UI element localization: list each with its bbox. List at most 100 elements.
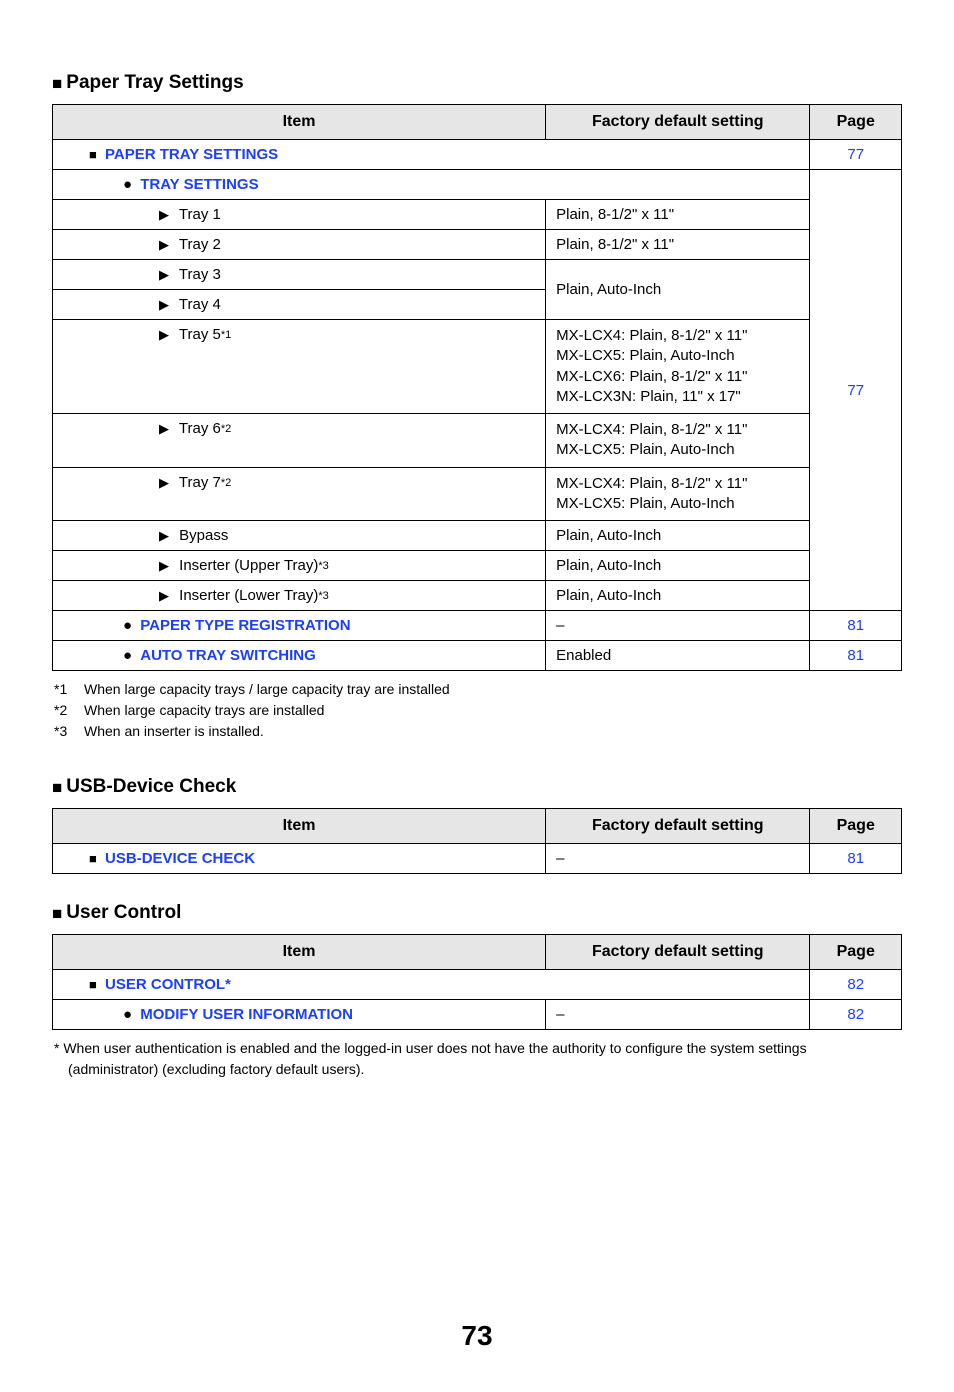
triangle-icon: ▶ — [159, 528, 169, 543]
label: Tray 4 — [179, 296, 221, 313]
footnote-text: When large capacity trays / large capaci… — [84, 679, 450, 700]
usb-table: Item Factory default setting Page ■ USB-… — [52, 808, 902, 874]
section-title-text: User Control — [66, 902, 181, 924]
section-title-usb: ■ USB-Device Check — [52, 776, 902, 798]
triangle-icon: ▶ — [159, 327, 169, 342]
square-icon: ■ — [89, 851, 97, 866]
factory-value: Plain, Auto-Inch — [546, 260, 810, 320]
factory-line: MX-LCX5: Plain, Auto-Inch — [556, 346, 799, 366]
factory-line: MX-LCX4: Plain, 8-1/2" x 11" — [556, 474, 799, 494]
factory-value: – — [546, 1000, 810, 1030]
triangle-icon: ▶ — [159, 421, 169, 436]
footnote-ref: *2 — [221, 477, 231, 489]
col-factory: Factory default setting — [546, 105, 810, 140]
label: Tray 3 — [179, 266, 221, 283]
label: Tray 2 — [179, 236, 221, 253]
row-auto-tray-switching: ● AUTO TRAY SWITCHING — [53, 641, 546, 671]
footnote-text: When large capacity trays are installed — [84, 700, 324, 721]
row-tray7: ▶ Tray 7*2 — [53, 467, 546, 521]
section-title-text: Paper Tray Settings — [66, 72, 243, 94]
footnote-ref: *1 — [221, 329, 231, 341]
link-auto-tray-switching[interactable]: AUTO TRAY SWITCHING — [140, 647, 316, 664]
footnote-key: *1 — [54, 679, 74, 700]
page-link[interactable]: 77 — [810, 170, 902, 611]
label: Inserter (Lower Tray) — [179, 587, 318, 604]
page-link[interactable]: 81 — [810, 641, 902, 671]
row-paper-type-reg: ● PAPER TYPE REGISTRATION — [53, 611, 546, 641]
label: Tray 1 — [179, 206, 221, 223]
triangle-icon: ▶ — [159, 475, 169, 490]
factory-value: – — [546, 611, 810, 641]
row-user-control: ■ USER CONTROL* — [53, 970, 810, 1000]
footnote-ref: *3 — [318, 560, 328, 572]
note-text-1: When user authentication is enabled and … — [63, 1040, 806, 1056]
dot-icon: ● — [123, 1006, 132, 1023]
label: Tray 7 — [179, 474, 221, 491]
page-link[interactable]: 82 — [810, 970, 902, 1000]
row-inserter-upper: ▶ Inserter (Upper Tray)*3 — [53, 551, 546, 581]
row-modify-user-info: ● MODIFY USER INFORMATION — [53, 1000, 546, 1030]
footnote-key: *3 — [54, 721, 74, 742]
factory-value: MX-LCX4: Plain, 8-1/2" x 11" MX-LCX5: Pl… — [546, 414, 810, 468]
page-number: 73 — [52, 1320, 902, 1352]
footnote-ref: * — [225, 976, 231, 993]
page-link[interactable]: 81 — [810, 611, 902, 641]
section-title-text: USB-Device Check — [66, 776, 236, 798]
square-icon: ■ — [89, 977, 97, 992]
paper-tray-footnotes: *1 When large capacity trays / large capa… — [52, 679, 902, 742]
factory-value: Enabled — [546, 641, 810, 671]
factory-value: – — [546, 844, 810, 874]
link-paper-type-registration[interactable]: PAPER TYPE REGISTRATION — [140, 617, 350, 634]
triangle-icon: ▶ — [159, 558, 169, 573]
page-link[interactable]: 81 — [810, 844, 902, 874]
square-icon: ■ — [52, 779, 62, 796]
factory-line: MX-LCX5: Plain, Auto-Inch — [556, 440, 799, 460]
footnote-ref: *2 — [221, 423, 231, 435]
user-control-table: Item Factory default setting Page ■ USER… — [52, 934, 902, 1030]
factory-line: MX-LCX4: Plain, 8-1/2" x 11" — [556, 420, 799, 440]
note-text-2: (administrator) (excluding factory defau… — [54, 1059, 902, 1080]
section-title-user-control: ■ User Control — [52, 902, 902, 924]
triangle-icon: ▶ — [159, 207, 169, 222]
label: Bypass — [179, 527, 228, 544]
label: Tray 6 — [179, 420, 221, 437]
row-tray2: ▶ Tray 2 — [53, 230, 546, 260]
row-usb-device-check: ■ USB-DEVICE CHECK — [53, 844, 546, 874]
factory-line: MX-LCX3N: Plain, 11" x 17" — [556, 387, 799, 407]
paper-tray-table: Item Factory default setting Page ■ PAPE… — [52, 104, 902, 671]
row-bypass: ▶ Bypass — [53, 521, 546, 551]
col-item: Item — [53, 935, 546, 970]
factory-value: Plain, Auto-Inch — [546, 581, 810, 611]
factory-value: Plain, 8-1/2" x 11" — [546, 230, 810, 260]
row-tray1: ▶ Tray 1 — [53, 200, 546, 230]
factory-value: MX-LCX4: Plain, 8-1/2" x 11" MX-LCX5: Pl… — [546, 320, 810, 414]
link-paper-tray-settings[interactable]: PAPER TRAY SETTINGS — [105, 146, 278, 163]
factory-value: Plain, 8-1/2" x 11" — [546, 200, 810, 230]
link-user-control[interactable]: USER CONTROL — [105, 976, 225, 993]
factory-value: Plain, Auto-Inch — [546, 521, 810, 551]
page-link[interactable]: 77 — [810, 140, 902, 170]
square-icon: ■ — [52, 905, 62, 922]
row-tray4: ▶ Tray 4 — [53, 290, 546, 320]
row-paper-tray-settings: ■ PAPER TRAY SETTINGS — [53, 140, 810, 170]
dot-icon: ● — [123, 647, 132, 664]
user-control-note: * When user authentication is enabled an… — [52, 1038, 902, 1080]
triangle-icon: ▶ — [159, 297, 169, 312]
factory-line: MX-LCX5: Plain, Auto-Inch — [556, 494, 799, 514]
section-title-paper-tray: ■ Paper Tray Settings — [52, 72, 902, 94]
triangle-icon: ▶ — [159, 267, 169, 282]
factory-value: MX-LCX4: Plain, 8-1/2" x 11" MX-LCX5: Pl… — [546, 467, 810, 521]
factory-line: MX-LCX4: Plain, 8-1/2" x 11" — [556, 326, 799, 346]
col-item: Item — [53, 809, 546, 844]
triangle-icon: ▶ — [159, 588, 169, 603]
label: Inserter (Upper Tray) — [179, 557, 318, 574]
footnote-ref: *3 — [318, 590, 328, 602]
link-usb-device-check[interactable]: USB-DEVICE CHECK — [105, 850, 255, 867]
link-modify-user-information[interactable]: MODIFY USER INFORMATION — [140, 1006, 353, 1023]
page-link[interactable]: 82 — [810, 1000, 902, 1030]
label: Tray 5 — [179, 326, 221, 343]
link-tray-settings[interactable]: TRAY SETTINGS — [140, 176, 258, 193]
col-page: Page — [810, 105, 902, 140]
factory-value: Plain, Auto-Inch — [546, 551, 810, 581]
row-tray3: ▶ Tray 3 — [53, 260, 546, 290]
